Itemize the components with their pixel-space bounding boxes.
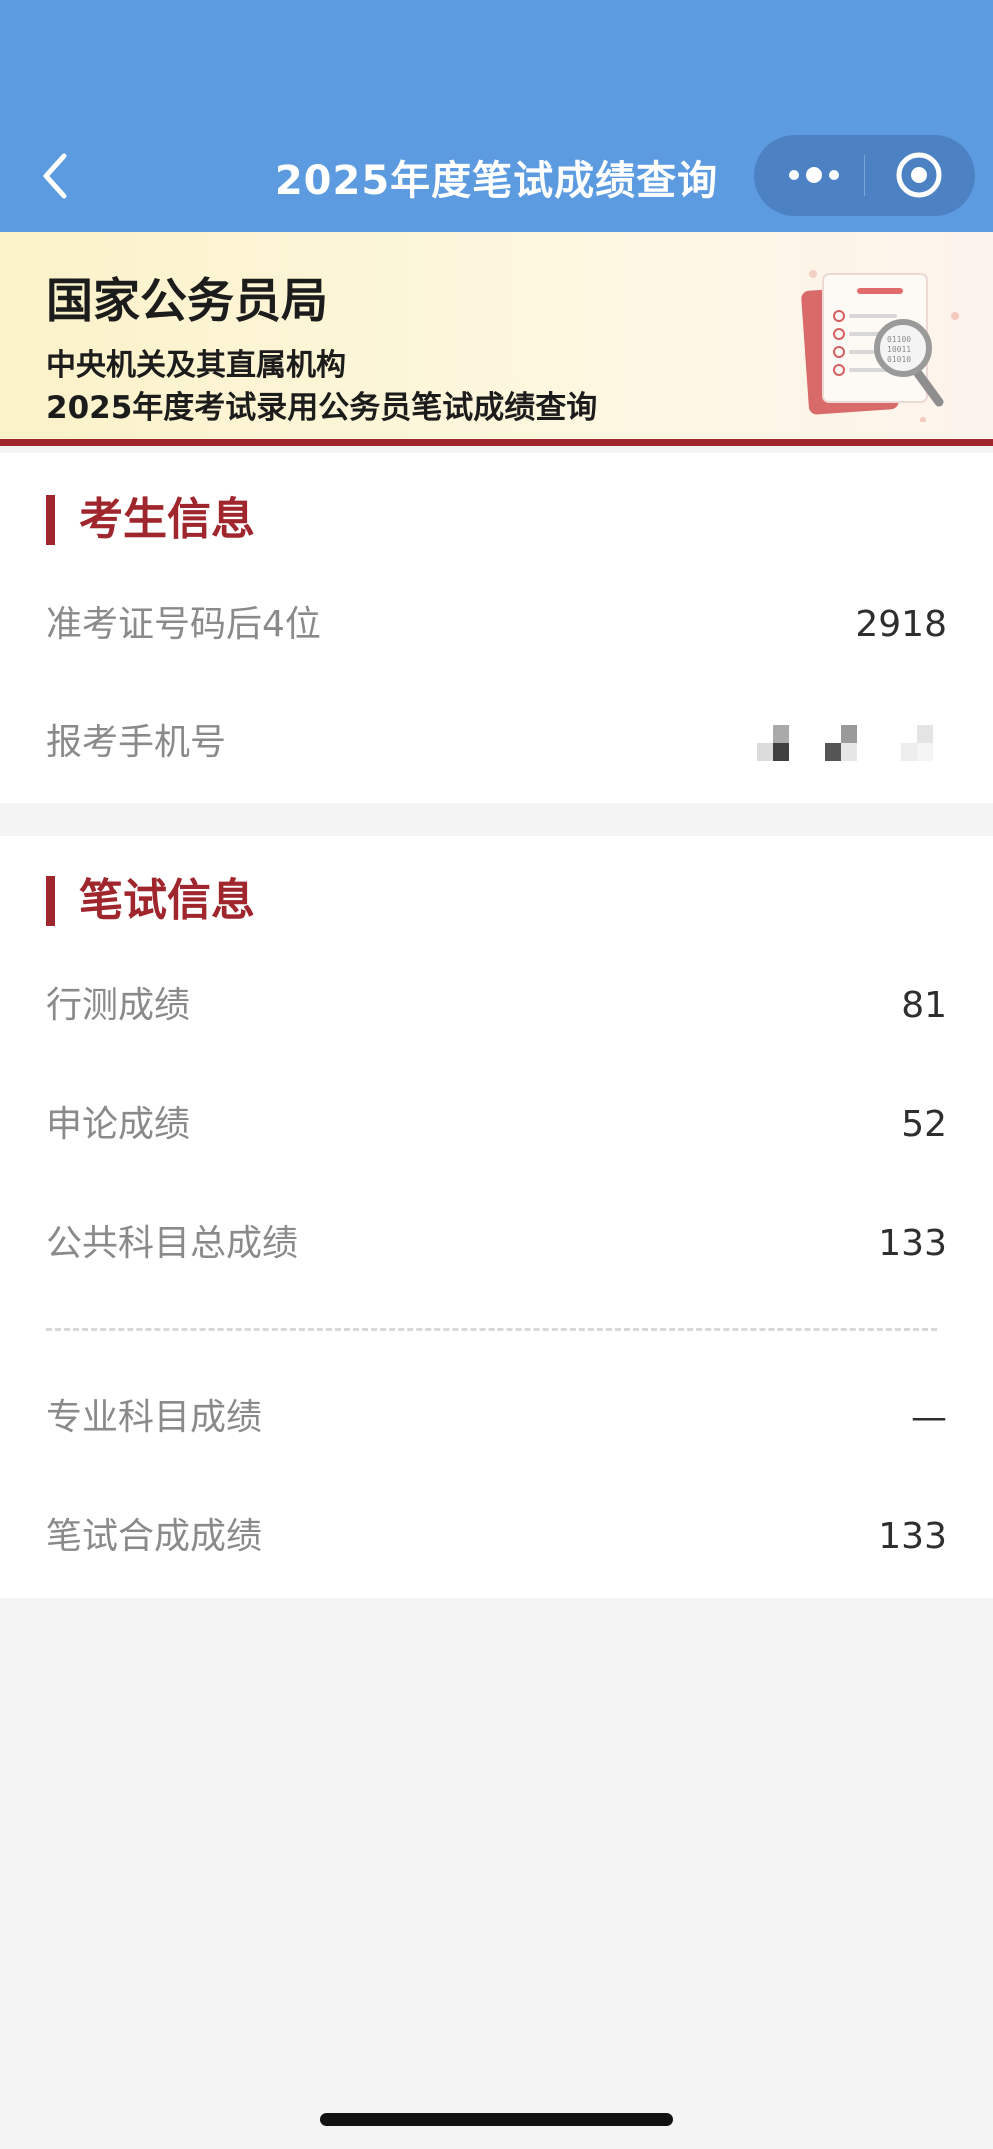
capsule-divider [864,155,865,196]
row-label: 笔试合成成绩 [46,1516,263,1557]
row-label: 专业科目成绩 [46,1397,263,1438]
row-label: 准考证号码后4位 [46,604,321,645]
mini-program-capsule [754,135,975,216]
row-value: 52 [901,1104,947,1145]
info-row-ticket-number: 准考证号码后4位 2918 [46,595,947,655]
more-button[interactable] [774,135,854,216]
score-row-public-total: 公共科目总成绩 133 [46,1214,947,1274]
row-label: 申论成绩 [46,1104,191,1145]
row-label: 报考手机号 [46,722,227,763]
close-button[interactable] [874,135,975,216]
svg-text:01010: 01010 [887,355,911,364]
row-value: 2918 [855,604,947,645]
redacted-mosaic [757,725,933,761]
row-value: — [911,1397,947,1438]
section-title-exam: 笔试信息 [46,876,255,926]
score-row-composite: 笔试合成成绩 133 [46,1507,947,1567]
exam-info-card: 笔试信息 行测成绩 81 申论成绩 52 公共科目总成绩 133 专业科目成绩 … [0,836,993,1598]
row-label: 公共科目总成绩 [46,1223,299,1264]
svg-text:01100: 01100 [887,335,911,344]
row-value: 133 [878,1516,947,1557]
score-row-aptitude: 行测成绩 81 [46,976,947,1036]
candidate-info-card: 考生信息 准考证号码后4位 2918 报考手机号 [0,453,993,803]
info-row-phone: 报考手机号 [46,713,947,773]
home-indicator [320,2113,673,2126]
header-banner: 国家公务员局 中央机关及其直属机构 2025年度考试录用公务员笔试成绩查询 01… [0,232,993,446]
organization-subtitle-2: 2025年度考试录用公务员笔试成绩查询 [46,390,598,426]
score-row-professional: 专业科目成绩 — [46,1388,947,1448]
row-value: 81 [901,985,947,1026]
checklist-magnifier-icon: 011001001101010 [801,270,959,422]
banner-accent-bar [0,439,993,446]
section-title-candidate: 考生信息 [46,495,255,545]
svg-text:10011: 10011 [887,345,911,354]
target-circle-icon [896,152,942,198]
organization-name: 国家公务员局 [46,274,328,329]
navigation-bar: 2025年度笔试成绩查询 [0,0,993,232]
score-row-essay: 申论成绩 52 [46,1095,947,1155]
row-value: 133 [878,1223,947,1264]
more-dots-icon [789,167,839,183]
dashed-divider [46,1328,937,1331]
organization-subtitle-1: 中央机关及其直属机构 [46,348,346,383]
row-label: 行测成绩 [46,985,191,1026]
